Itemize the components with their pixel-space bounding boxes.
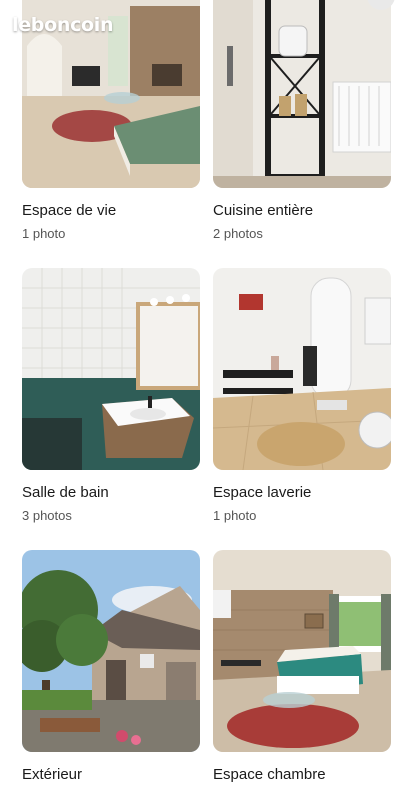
album-title: Extérieur <box>22 766 83 783</box>
album-title: Espace de vie <box>22 202 117 219</box>
album-photo-count: 2 photos <box>213 226 263 241</box>
album-thumbnail[interactable] <box>213 268 391 470</box>
album-photo-count: 3 photos <box>22 508 72 523</box>
album-title: Salle de bain <box>22 484 109 501</box>
laundry-photo <box>213 268 391 470</box>
album-thumbnail[interactable] <box>22 550 200 752</box>
album-photo-count: 1 photo <box>22 226 66 241</box>
exterior-photo <box>22 550 200 752</box>
bedroom-photo <box>213 550 391 752</box>
album-title: Espace chambre <box>213 766 326 783</box>
album-thumbnail[interactable] <box>213 0 391 188</box>
leboncoin-logo: leboncoin <box>12 14 114 36</box>
album-photo-count: 1 photo <box>213 508 257 523</box>
album-title: Cuisine entière <box>213 202 314 219</box>
album-title: Espace laverie <box>213 484 312 501</box>
album-thumbnail[interactable] <box>22 268 200 470</box>
bathroom-photo <box>22 268 200 470</box>
album-thumbnail[interactable] <box>213 550 391 752</box>
kitchen-photo <box>213 0 391 188</box>
